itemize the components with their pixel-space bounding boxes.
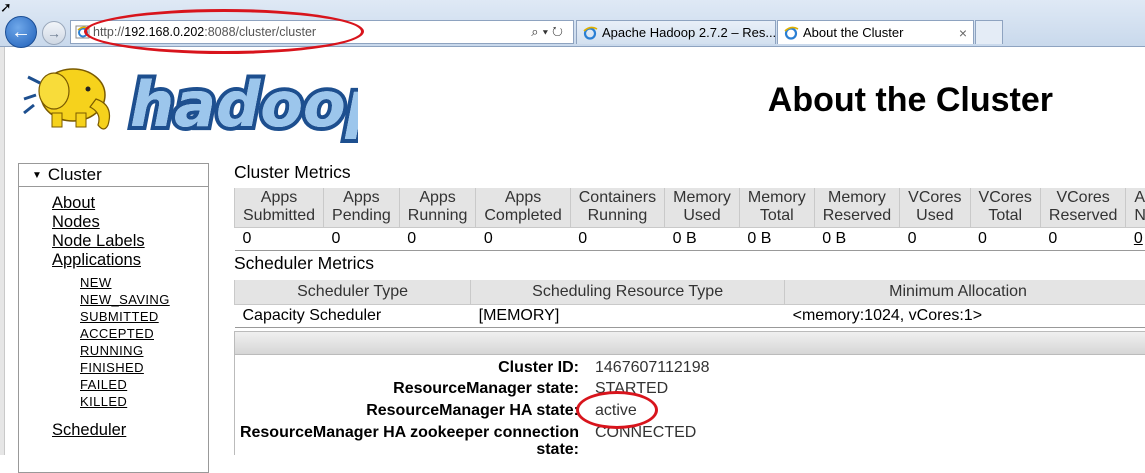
rm-ha-state-value: active bbox=[595, 402, 637, 420]
metrics-header-row: AppsSubmitted AppsPending AppsRunning Ap… bbox=[235, 188, 1145, 227]
cluster-id-value: 1467607112198 bbox=[595, 359, 710, 377]
new-tab-button[interactable] bbox=[975, 20, 1003, 44]
col-containers-running[interactable]: ContainersRunning bbox=[570, 188, 664, 227]
cluster-heading: Cluster bbox=[48, 165, 102, 184]
cluster-metrics-table: AppsSubmitted AppsPending AppsRunning Ap… bbox=[234, 188, 1145, 251]
col-apps-running[interactable]: AppsRunning bbox=[399, 188, 476, 227]
triangle-down-icon: ▼ bbox=[32, 165, 42, 187]
metric-memory-used: 0 B bbox=[665, 227, 740, 250]
col-memory-used[interactable]: MemoryUsed bbox=[665, 188, 740, 227]
zk-connection-label-line1: ResourceManager HA zookeeper connection bbox=[240, 424, 579, 442]
col-apps-completed[interactable]: AppsCompleted bbox=[476, 188, 570, 227]
app-state-running[interactable]: RUNNING bbox=[80, 342, 143, 359]
cluster-info-header-bar bbox=[234, 331, 1145, 355]
page-title: About the Cluster bbox=[768, 81, 1053, 120]
zk-connection-value: CONNECTED bbox=[595, 424, 696, 442]
metric-vcores-reserved: 0 bbox=[1040, 227, 1125, 250]
url-text: http://192.168.0.202:8088/cluster/cluste… bbox=[93, 25, 316, 39]
col-apps-submitted[interactable]: AppsSubmitted bbox=[235, 188, 324, 227]
close-tab-icon[interactable]: × bbox=[959, 21, 967, 44]
sidebar: ▼ Cluster About Nodes Node Labels Applica… bbox=[18, 163, 209, 473]
address-bar[interactable]: http://192.168.0.202:8088/cluster/cluste… bbox=[70, 20, 574, 44]
col-scheduling-resource-type[interactable]: Scheduling Resource Type bbox=[471, 280, 785, 305]
col-scheduler-type[interactable]: Scheduler Type bbox=[235, 280, 471, 305]
sidebar-item-about[interactable]: About bbox=[52, 194, 95, 213]
sidebar-item-nodes[interactable]: Nodes bbox=[52, 213, 100, 232]
metric-apps-submitted: 0 bbox=[235, 227, 324, 250]
tab-title: Apache Hadoop 2.7.2 – Res... bbox=[602, 21, 776, 44]
col-vcores-total[interactable]: VCoresTotal bbox=[970, 188, 1040, 227]
app-state-new[interactable]: NEW bbox=[80, 274, 112, 291]
app-state-new-saving[interactable]: NEW_SAVING bbox=[80, 291, 170, 308]
ie-icon bbox=[783, 25, 799, 41]
app-state-accepted[interactable]: ACCEPTED bbox=[80, 325, 154, 342]
cluster-id-label: Cluster ID: bbox=[498, 359, 579, 377]
metric-active-nodes-link[interactable]: 0 bbox=[1126, 227, 1145, 250]
hadoop-logo[interactable]: hadoop hadoop bbox=[18, 55, 358, 145]
scheduling-resource-type-value: [MEMORY] bbox=[471, 305, 785, 328]
metric-vcores-used: 0 bbox=[900, 227, 970, 250]
address-tools[interactable]: ⌕▾↻ bbox=[531, 24, 567, 40]
tab-about-cluster[interactable]: About the Cluster × bbox=[777, 20, 974, 44]
col-vcores-reserved[interactable]: VCoresReserved bbox=[1040, 188, 1125, 227]
back-button[interactable]: ← bbox=[5, 16, 37, 48]
page-left-edge bbox=[0, 47, 5, 455]
table-row: Capacity Scheduler [MEMORY] <memory:1024… bbox=[235, 305, 1145, 328]
hadoop-elephant-logo-icon: hadoop hadoop bbox=[18, 55, 358, 145]
cluster-section-header[interactable]: ▼ Cluster bbox=[19, 164, 208, 187]
page-ie-icon bbox=[75, 24, 91, 40]
zk-connection-label-line2: state: bbox=[536, 441, 579, 459]
col-vcores-used[interactable]: VCoresUsed bbox=[900, 188, 970, 227]
minimum-allocation-value: <memory:1024, vCores:1> bbox=[785, 305, 1145, 328]
sidebar-item-scheduler[interactable]: Scheduler bbox=[52, 421, 126, 440]
col-memory-total[interactable]: MemoryTotal bbox=[739, 188, 814, 227]
col-active-nodes[interactable]: AcNo bbox=[1126, 188, 1145, 227]
rm-state-value: STARTED bbox=[595, 380, 668, 398]
tab-hadoop-docs[interactable]: Apache Hadoop 2.7.2 – Res... bbox=[576, 20, 776, 44]
col-memory-reserved[interactable]: MemoryReserved bbox=[814, 188, 899, 227]
arrow-left-icon: ← bbox=[11, 21, 31, 44]
metric-apps-running: 0 bbox=[399, 227, 476, 250]
metric-apps-pending: 0 bbox=[324, 227, 400, 250]
tab-title: About the Cluster bbox=[803, 21, 903, 44]
svg-text:hadoop: hadoop bbox=[130, 68, 358, 141]
sidebar-item-applications[interactable]: Applications bbox=[52, 251, 141, 270]
cluster-metrics-title: Cluster Metrics bbox=[234, 162, 351, 183]
forward-button[interactable]: → bbox=[42, 21, 66, 45]
scheduler-metrics-table: Scheduler Type Scheduling Resource Type … bbox=[234, 280, 1145, 328]
table-row: 0 0 0 0 0 0 B 0 B 0 B 0 0 0 0 bbox=[235, 227, 1145, 250]
metric-apps-completed: 0 bbox=[476, 227, 570, 250]
metric-vcores-total: 0 bbox=[970, 227, 1040, 250]
mouse-cursor-icon: ➚ bbox=[0, 0, 12, 14]
browser-toolbar: ➚ ← → http://192.168.0.202:8088/cluster/… bbox=[0, 0, 1145, 47]
sidebar-item-node-labels[interactable]: Node Labels bbox=[52, 232, 145, 251]
rm-state-label: ResourceManager state: bbox=[393, 380, 579, 398]
scheduler-metrics-title: Scheduler Metrics bbox=[234, 253, 374, 274]
scheduler-type-value: Capacity Scheduler bbox=[235, 305, 471, 328]
ie-icon bbox=[582, 25, 598, 41]
app-state-failed[interactable]: FAILED bbox=[80, 376, 127, 393]
app-state-submitted[interactable]: SUBMITTED bbox=[80, 308, 159, 325]
rm-ha-state-label: ResourceManager HA state: bbox=[366, 402, 579, 420]
app-state-finished[interactable]: FINISHED bbox=[80, 359, 144, 376]
app-state-killed[interactable]: KILLED bbox=[80, 393, 127, 410]
col-minimum-allocation[interactable]: Minimum Allocation bbox=[785, 280, 1145, 305]
hadoop-page: hadoop hadoop About the Cluster ▼ Cluster… bbox=[0, 47, 1145, 455]
metric-memory-total: 0 B bbox=[739, 227, 814, 250]
scheduler-header-row: Scheduler Type Scheduling Resource Type … bbox=[235, 280, 1145, 305]
arrow-right-icon: → bbox=[47, 25, 61, 41]
col-apps-pending[interactable]: AppsPending bbox=[324, 188, 400, 227]
metric-memory-reserved: 0 B bbox=[814, 227, 899, 250]
metric-containers-running: 0 bbox=[570, 227, 664, 250]
